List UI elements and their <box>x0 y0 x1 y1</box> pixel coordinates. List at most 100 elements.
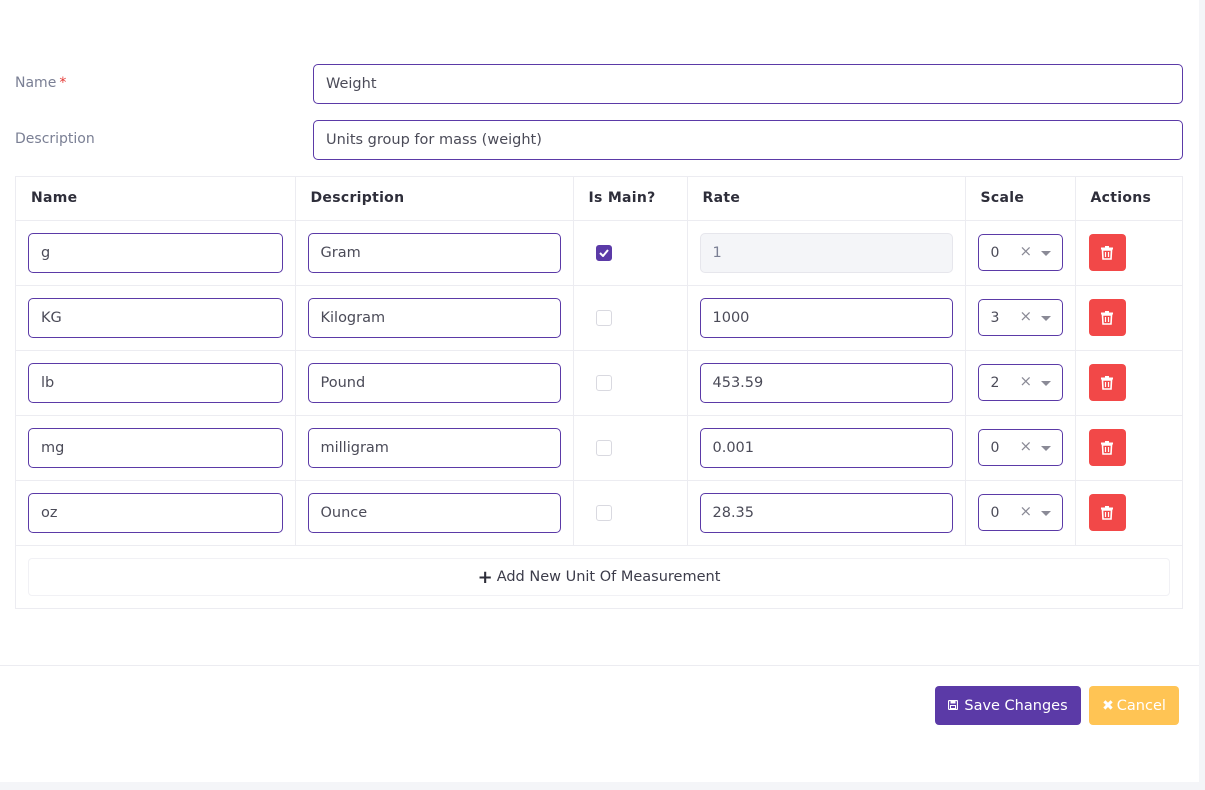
unit-rate-value: 0.001 <box>712 439 755 456</box>
chevron-down-icon[interactable] <box>1040 316 1051 321</box>
unit-name-input[interactable]: lb <box>28 362 283 403</box>
cell-rate: 453.59 <box>687 350 966 416</box>
table-row: g Gram 1 0 × <box>16 220 1182 286</box>
trash-icon <box>1101 310 1113 325</box>
trash-icon <box>1101 505 1113 520</box>
cell-scale: 3 × <box>965 285 1076 351</box>
cell-name: g <box>16 220 296 286</box>
delete-row-button[interactable] <box>1088 299 1126 336</box>
scale-select[interactable]: 3 × <box>977 299 1063 336</box>
cell-description: milligram <box>295 415 574 481</box>
clear-icon[interactable]: × <box>1020 502 1033 520</box>
is-main-checkbox[interactable] <box>595 439 612 456</box>
cell-scale: 0 × <box>965 415 1076 481</box>
cell-actions <box>1075 285 1182 351</box>
cell-is-main <box>573 480 688 546</box>
scale-value: 3 <box>990 309 1000 326</box>
cancel-button[interactable]: ✖ Cancel <box>1089 686 1179 725</box>
unit-name-input[interactable]: oz <box>28 492 283 533</box>
chevron-down-icon[interactable] <box>1040 251 1051 256</box>
unit-rate-value: 1000 <box>712 309 750 326</box>
trash-icon <box>1101 440 1113 455</box>
scale-value: 0 <box>990 439 1000 456</box>
delete-row-button[interactable] <box>1088 364 1126 401</box>
cell-scale: 2 × <box>965 350 1076 416</box>
cell-description: Pound <box>295 350 574 416</box>
unit-description-input[interactable]: Kilogram <box>307 297 561 338</box>
add-unit-button[interactable]: + Add New Unit Of Measurement <box>28 558 1170 596</box>
unit-name-value: g <box>41 244 51 261</box>
name-label: Name * <box>15 75 66 91</box>
plus-icon: + <box>477 566 493 588</box>
cell-description: Ounce <box>295 480 574 546</box>
is-main-checkbox[interactable] <box>595 244 612 261</box>
description-label: Description <box>15 131 95 147</box>
unit-description-input[interactable]: Gram <box>307 232 561 273</box>
header-is-main: Is Main? <box>573 177 688 221</box>
cell-name: KG <box>16 285 296 351</box>
scale-select[interactable]: 0 × <box>977 494 1063 531</box>
add-unit-label: Add New Unit Of Measurement <box>496 569 721 585</box>
unit-description-input[interactable]: Pound <box>307 362 561 403</box>
units-group-form-card: Name * Weight Description Units group for… <box>0 0 1199 782</box>
is-main-checkbox[interactable] <box>595 504 612 521</box>
unit-description-input[interactable]: Ounce <box>307 492 561 533</box>
table-row: oz Ounce 28.35 0 × <box>16 480 1182 546</box>
chevron-down-icon[interactable] <box>1040 381 1051 386</box>
unit-rate-input[interactable]: 28.35 <box>699 492 953 533</box>
unit-rate-value: 453.59 <box>712 374 764 391</box>
delete-row-button[interactable] <box>1088 234 1126 271</box>
is-main-checkbox[interactable] <box>595 374 612 391</box>
unit-description-input[interactable]: milligram <box>307 427 561 468</box>
header-rate: Rate <box>687 177 966 221</box>
unit-description-value: Gram <box>320 244 361 261</box>
unit-name-input[interactable]: mg <box>28 427 283 468</box>
unit-name-value: mg <box>41 439 65 456</box>
save-changes-button[interactable]: Save Changes <box>935 686 1081 725</box>
unit-name-value: KG <box>41 309 62 326</box>
cell-is-main <box>573 285 688 351</box>
cell-rate: 1 <box>687 220 966 286</box>
scale-select[interactable]: 2 × <box>977 364 1063 401</box>
unit-rate-value: 1 <box>712 244 722 261</box>
group-description-value: Units group for mass (weight) <box>326 132 542 148</box>
floppy-disk-icon <box>948 699 959 713</box>
chevron-down-icon[interactable] <box>1040 446 1051 451</box>
trash-icon <box>1101 245 1113 260</box>
clear-icon[interactable]: × <box>1020 307 1033 325</box>
unit-rate-input[interactable]: 453.59 <box>699 362 953 403</box>
is-main-checkbox[interactable] <box>595 309 612 326</box>
scale-select[interactable]: 0 × <box>977 234 1063 271</box>
unit-name-input[interactable]: KG <box>28 297 283 338</box>
clear-icon[interactable]: × <box>1020 242 1033 260</box>
unit-name-value: oz <box>41 504 58 521</box>
cell-is-main <box>573 220 688 286</box>
group-name-input[interactable]: Weight <box>313 64 1183 104</box>
unit-rate-input[interactable]: 0.001 <box>699 427 953 468</box>
clear-icon[interactable]: × <box>1020 372 1033 390</box>
footer-divider <box>0 665 1199 666</box>
delete-row-button[interactable] <box>1088 429 1126 466</box>
cell-actions <box>1075 415 1182 481</box>
cell-actions <box>1075 350 1182 416</box>
table-header-row: Name Description Is Main? Rate Scale Act… <box>16 177 1182 221</box>
table-row: lb Pound 453.59 2 × <box>16 350 1182 416</box>
group-description-input[interactable]: Units group for mass (weight) <box>313 120 1183 160</box>
scale-select[interactable]: 0 × <box>977 429 1063 466</box>
unit-description-value: Pound <box>320 374 366 391</box>
unit-rate-input[interactable]: 1000 <box>699 297 953 338</box>
cell-scale: 0 × <box>965 220 1076 286</box>
unit-name-input[interactable]: g <box>28 232 283 273</box>
chevron-down-icon[interactable] <box>1040 511 1051 516</box>
cell-rate: 28.35 <box>687 480 966 546</box>
unit-description-value: Ounce <box>320 504 368 521</box>
close-icon: ✖ <box>1102 697 1114 714</box>
check-icon <box>598 248 609 257</box>
required-asterisk: * <box>59 75 67 91</box>
header-scale: Scale <box>965 177 1076 221</box>
clear-icon[interactable]: × <box>1020 437 1033 455</box>
header-description: Description <box>295 177 574 221</box>
cell-rate: 0.001 <box>687 415 966 481</box>
cell-name: lb <box>16 350 296 416</box>
delete-row-button[interactable] <box>1088 494 1126 531</box>
